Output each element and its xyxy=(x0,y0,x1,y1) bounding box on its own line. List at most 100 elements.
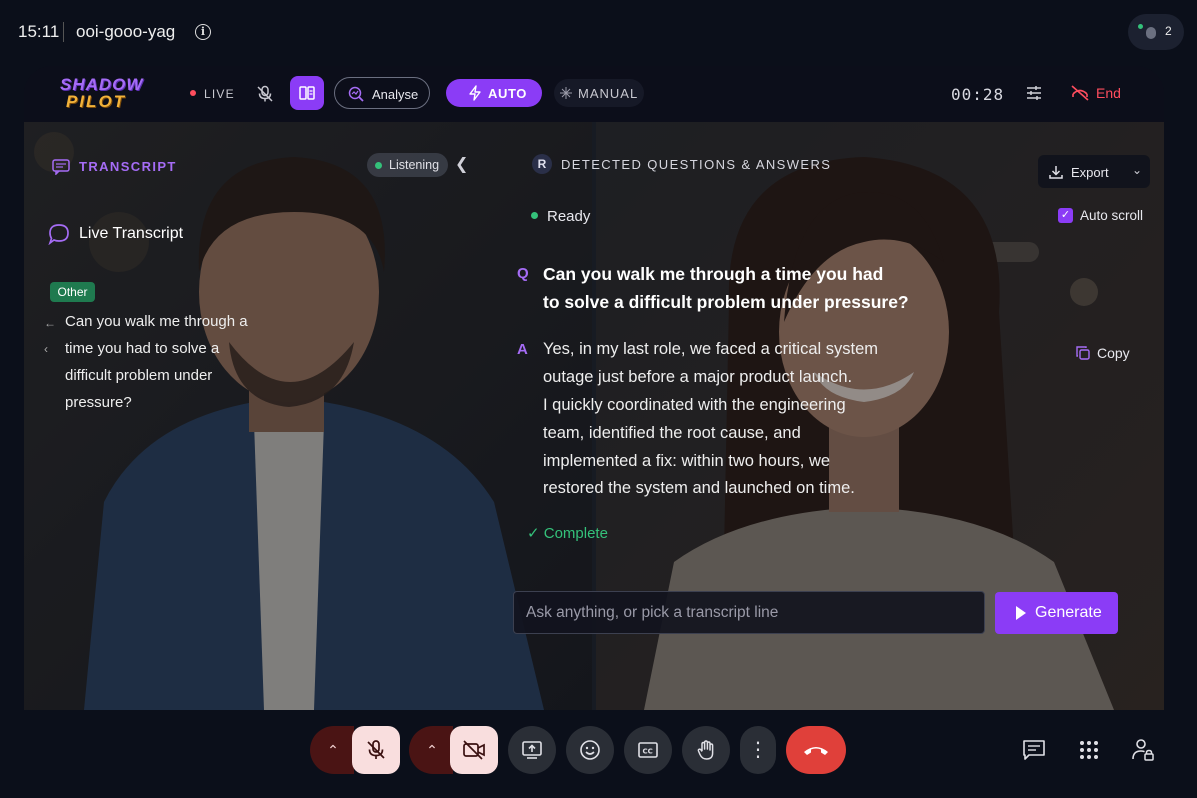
manual-mode-button[interactable]: MANUAL xyxy=(554,79,644,107)
listening-label: Listening xyxy=(389,158,440,172)
chat-icon xyxy=(1023,740,1045,760)
chevron-down-icon: ⌄ xyxy=(1132,163,1143,177)
transcript-icon xyxy=(52,159,70,175)
microphone-control: ⌃ xyxy=(310,726,400,774)
answer-text: Yes, in my last role, we faced a critica… xyxy=(543,340,879,358)
call-controls-bar: ⌃ ⌃ CC ⋮ xyxy=(0,712,1197,798)
copy-label: Copy xyxy=(1097,345,1130,361)
raise-hand-button[interactable] xyxy=(682,726,730,774)
participant-mic-icon xyxy=(1146,27,1156,39)
split-view-icon xyxy=(299,86,315,100)
camera-options-button[interactable]: ⌃ xyxy=(409,726,453,774)
sparkle-icon xyxy=(560,87,572,99)
host-controls-button[interactable] xyxy=(1126,733,1160,767)
reactions-button[interactable] xyxy=(566,726,614,774)
ask-input[interactable] xyxy=(513,591,985,634)
answer-text: implemented a fix: within two hours, we xyxy=(543,452,831,470)
transcript-line[interactable]: Can you walk me through a xyxy=(65,313,248,330)
generate-button[interactable]: Generate xyxy=(995,592,1118,634)
chat-button[interactable] xyxy=(1017,733,1051,767)
answer-marker: A xyxy=(517,341,528,358)
present-screen-icon xyxy=(522,741,542,759)
mic-off-icon xyxy=(257,85,273,102)
qa-header: DETECTED QUESTIONS & ANSWERS xyxy=(561,157,832,172)
camera-control: ⌃ xyxy=(409,726,498,774)
check-icon: ✓ xyxy=(527,525,540,542)
clock-time: 15:11 xyxy=(18,22,60,41)
answer-text: outage just before a major product launc… xyxy=(543,368,853,386)
divider xyxy=(63,22,64,42)
hang-up-icon xyxy=(804,747,828,755)
qa-status: Ready xyxy=(547,208,591,225)
mic-off-icon xyxy=(367,740,385,759)
complete-label: Complete xyxy=(543,525,608,542)
lightning-icon xyxy=(469,85,481,101)
leave-call-button[interactable] xyxy=(786,726,846,774)
chevron-up-icon: ⌃ xyxy=(426,741,438,758)
end-session-button[interactable]: End xyxy=(1070,84,1130,104)
answer-text: restored the system and launched on time… xyxy=(543,479,855,497)
hand-icon xyxy=(697,740,714,760)
live-label: LIVE xyxy=(204,87,235,101)
question-text: Can you walk me through a time you had xyxy=(543,264,884,284)
mic-toggle-button[interactable] xyxy=(352,726,400,774)
mic-options-button[interactable]: ⌃ xyxy=(310,726,354,774)
split-view-button[interactable] xyxy=(290,76,324,110)
shadow-pilot-logo: SHADOW PILOT xyxy=(54,75,164,113)
chat-bubble-icon xyxy=(48,224,69,245)
captions-button[interactable]: CC xyxy=(624,726,672,774)
transcript-line[interactable]: time you had to solve a xyxy=(65,340,219,357)
auto-scroll-checkbox[interactable]: ✓ xyxy=(1058,208,1073,223)
settings-button[interactable] xyxy=(1017,76,1051,110)
line-arrow-icon: ← xyxy=(44,316,56,330)
meet-top-bar: 15:11 ooi-gooo-yag i 2 xyxy=(0,0,1197,64)
transcript-line[interactable]: difficult problem under xyxy=(65,367,212,384)
answer-text: I quickly coordinated with the engineeri… xyxy=(543,396,846,414)
more-options-button[interactable]: ⋮ xyxy=(740,726,776,774)
end-call-icon xyxy=(1071,85,1089,101)
auto-scroll-label[interactable]: Auto scroll xyxy=(1080,208,1143,223)
auto-mode-button[interactable]: AUTO xyxy=(446,79,542,107)
qa-badge: R xyxy=(532,154,552,174)
camera-off-icon xyxy=(463,740,485,760)
transcript-header: TRANSCRIPT xyxy=(79,159,177,174)
activities-button[interactable] xyxy=(1072,733,1106,767)
export-label: Export xyxy=(1071,165,1109,180)
sliders-icon xyxy=(1027,86,1041,100)
present-screen-button[interactable] xyxy=(508,726,556,774)
analyse-label: Analyse xyxy=(372,87,419,102)
more-vertical-icon: ⋮ xyxy=(748,739,768,761)
active-dot-icon xyxy=(1138,24,1143,29)
listening-status-badge: Listening xyxy=(367,153,448,177)
generate-label: Generate xyxy=(1035,604,1102,621)
analyse-icon xyxy=(348,86,364,102)
participants-button[interactable]: 2 xyxy=(1128,14,1184,50)
svg-text:CC: CC xyxy=(643,748,653,756)
question-marker: Q xyxy=(517,265,529,282)
end-label: End xyxy=(1096,85,1121,101)
play-icon xyxy=(1016,606,1026,620)
manual-label: MANUAL xyxy=(578,86,639,101)
complete-status: ✓ Complete xyxy=(527,524,608,542)
analyse-button[interactable]: Analyse xyxy=(334,77,430,109)
transcript-line[interactable]: pressure? xyxy=(65,394,132,411)
ready-dot-icon xyxy=(531,212,538,219)
chevron-up-icon: ⌃ xyxy=(327,741,339,758)
export-dropdown-button[interactable]: Export ⌄ xyxy=(1038,155,1150,188)
camera-toggle-button[interactable] xyxy=(450,726,498,774)
question-text: to solve a difficult problem under press… xyxy=(543,292,909,312)
logo-text-bottom: PILOT xyxy=(66,92,127,111)
meeting-code: ooi-gooo-yag xyxy=(76,22,176,41)
auto-label: AUTO xyxy=(488,86,527,101)
live-indicator-icon xyxy=(190,90,196,96)
participant-count: 2 xyxy=(1165,24,1172,38)
copy-answer-button[interactable]: Copy xyxy=(1075,344,1135,364)
live-transcript-title: Live Transcript xyxy=(79,225,184,242)
copy-icon xyxy=(1076,346,1090,360)
mic-off-toggle-button[interactable] xyxy=(248,77,282,111)
lock-person-icon xyxy=(1132,739,1154,761)
speaker-badge: Other xyxy=(50,282,95,302)
info-icon[interactable]: i xyxy=(195,24,211,40)
collapse-panel-chevron-icon[interactable]: ❮ xyxy=(455,154,468,174)
download-icon xyxy=(1049,166,1063,179)
